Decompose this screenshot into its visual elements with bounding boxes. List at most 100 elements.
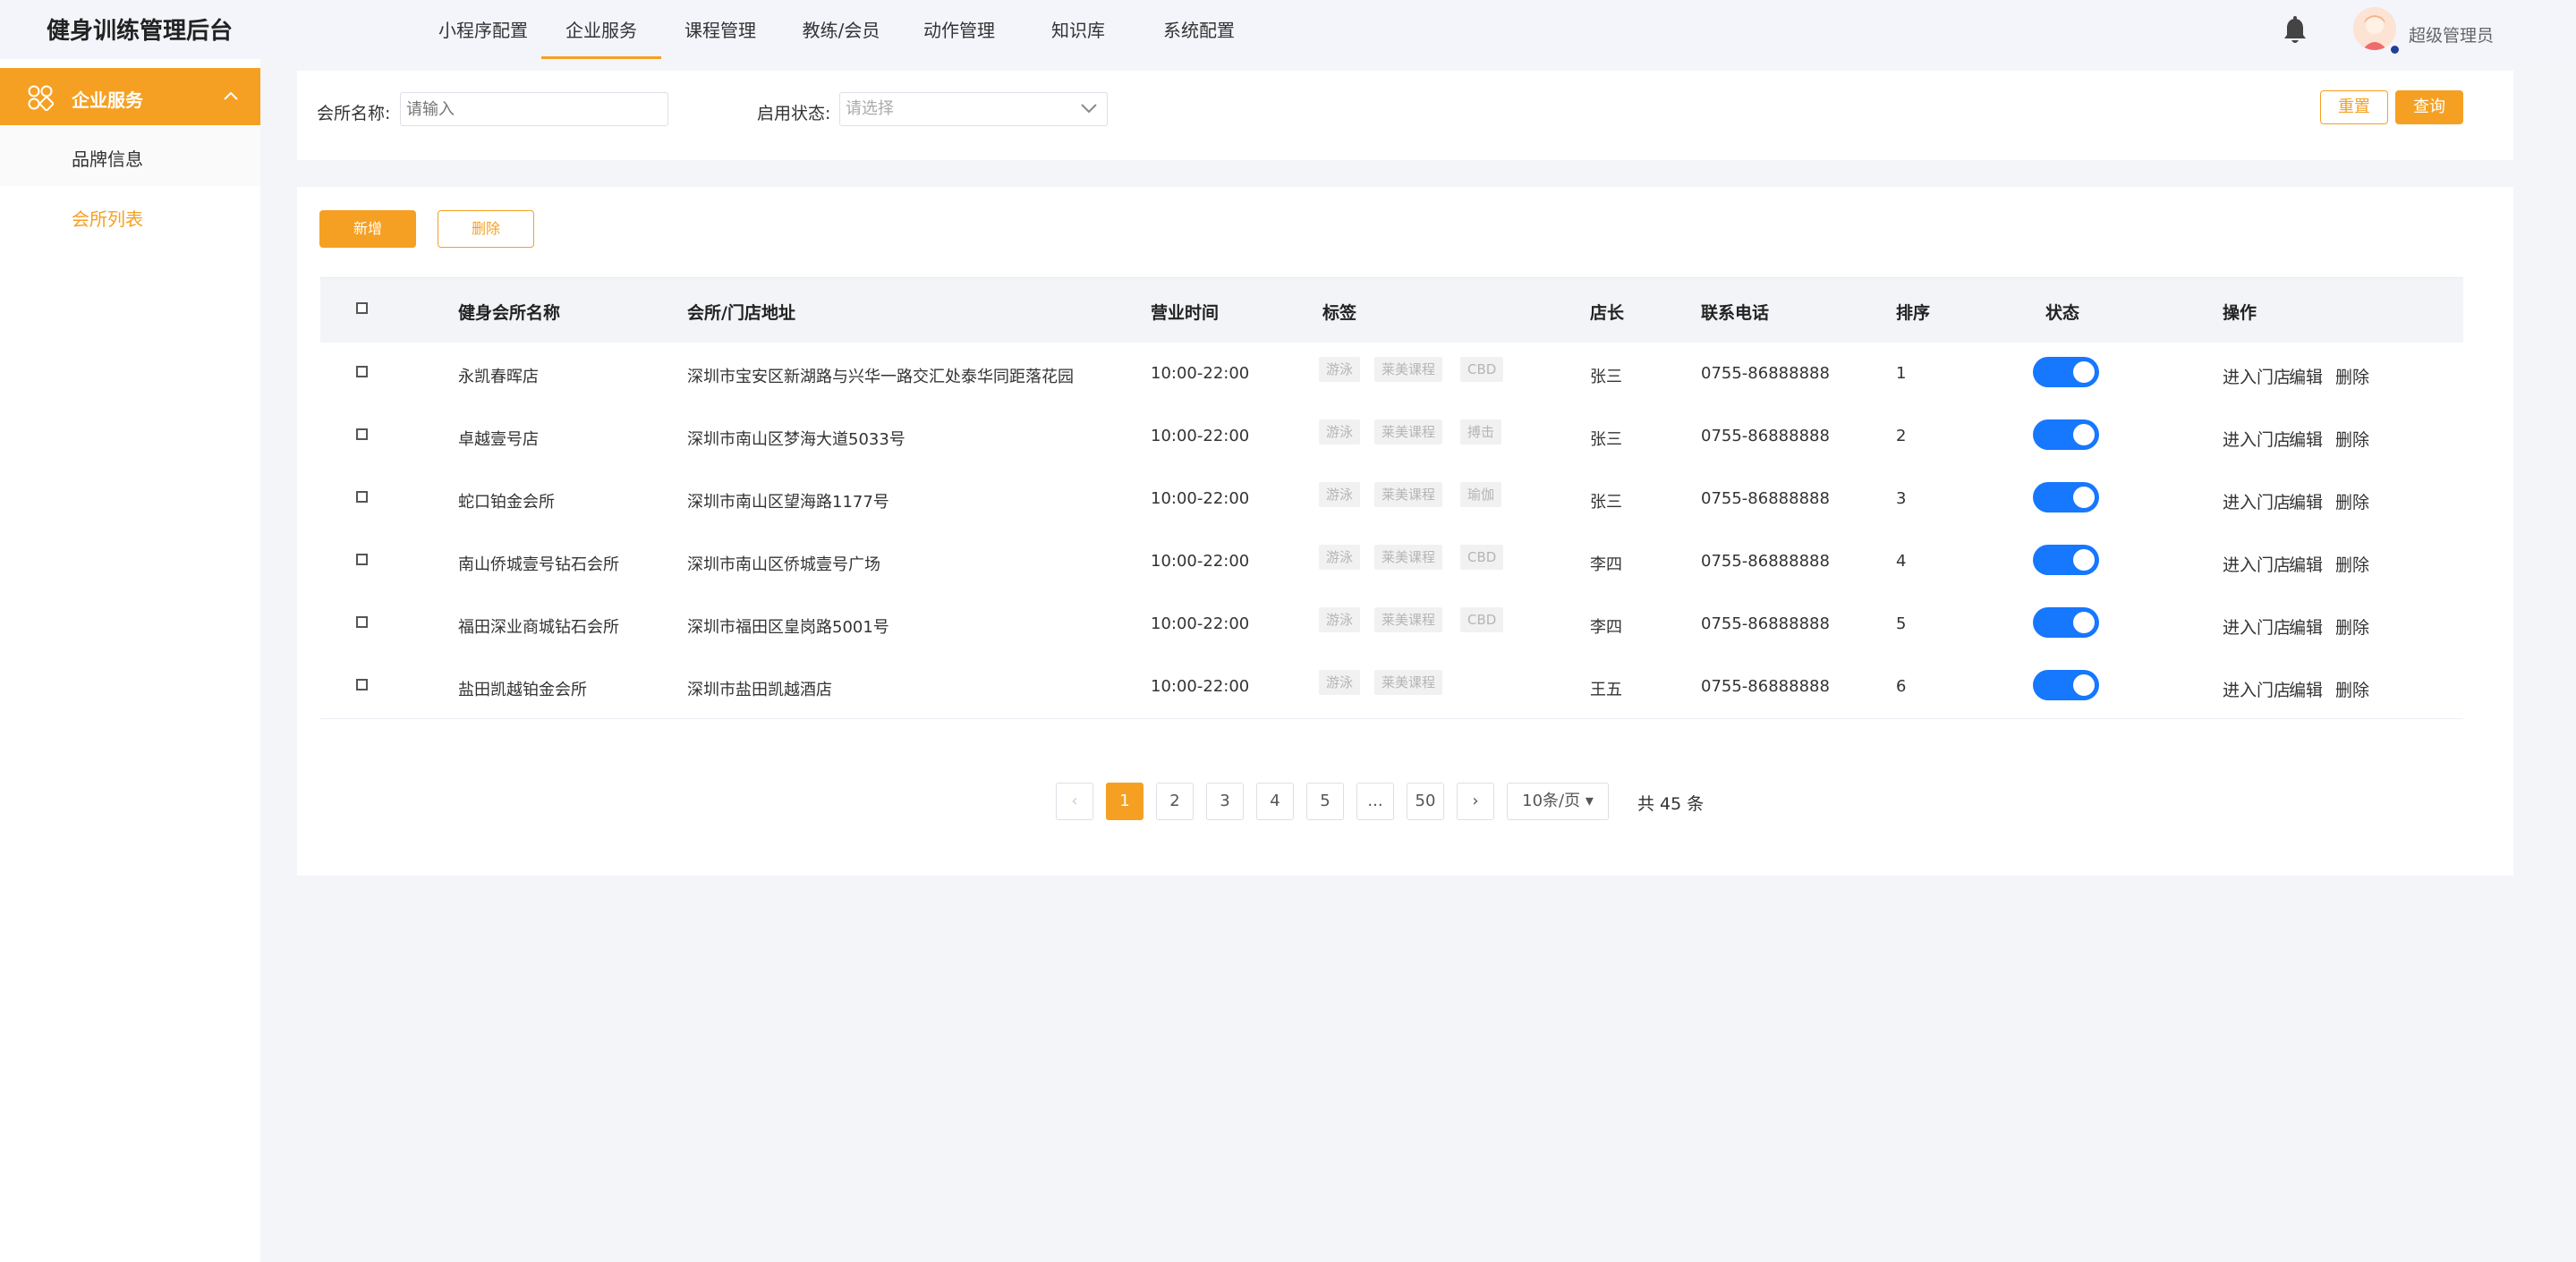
cell-club-name: 福田深业商城钻石会所 — [458, 618, 619, 637]
add-button[interactable]: 新增 — [319, 210, 416, 248]
online-status-dot — [2391, 46, 2399, 54]
row-checkbox[interactable] — [356, 491, 368, 503]
status-toggle[interactable] — [2033, 357, 2099, 387]
club-name-label: 会所名称: — [317, 104, 391, 123]
club-name-input[interactable] — [400, 92, 668, 126]
enter-store-link[interactable]: 进入门店 — [2223, 552, 2291, 576]
tag-badge: 搏击 — [1460, 419, 1502, 445]
edit-link[interactable]: 编辑 — [2289, 552, 2323, 576]
tag-badge: 莱美课程 — [1374, 357, 1443, 382]
next-page-button[interactable]: › — [1457, 783, 1494, 820]
cell-hours: 10:00-22:00 — [1151, 677, 1250, 696]
cell-hours: 10:00-22:00 — [1151, 489, 1250, 508]
batch-delete-button[interactable]: 删除 — [438, 210, 534, 248]
enter-store-link[interactable]: 进入门店 — [2223, 614, 2291, 639]
page-size-select[interactable]: 10条/页 ▾ — [1507, 783, 1609, 820]
status-toggle[interactable] — [2033, 419, 2099, 450]
chevron-down-icon — [1081, 104, 1097, 114]
toggle-knob — [2073, 612, 2095, 633]
tag-badge: 游泳 — [1319, 482, 1361, 507]
row-checkbox[interactable] — [356, 679, 368, 690]
delete-link[interactable]: 删除 — [2335, 489, 2369, 513]
edit-link[interactable]: 编辑 — [2289, 614, 2323, 639]
table-row: 永凯春晖店 深圳市宝安区新湖路与兴华一路交汇处泰华同距落花园 10:00-22:… — [320, 343, 2463, 406]
cell-order: 5 — [1896, 614, 1907, 633]
tag-badge: 游泳 — [1319, 670, 1361, 695]
cell-club-name: 卓越壹号店 — [458, 430, 539, 449]
status-toggle[interactable] — [2033, 607, 2099, 638]
cell-hours: 10:00-22:00 — [1151, 364, 1250, 383]
sidebar-group-enterprise-service[interactable]: 企业服务 — [0, 68, 260, 125]
cell-phone: 0755-86888888 — [1701, 427, 1830, 445]
topnav-item-miniprogram-config[interactable]: 小程序配置 — [438, 16, 528, 59]
topnav-item-action-management[interactable]: 动作管理 — [923, 16, 995, 59]
tag-badge: CBD — [1460, 357, 1504, 382]
tag-badge: CBD — [1460, 545, 1504, 570]
avatar[interactable] — [2353, 7, 2396, 50]
delete-link[interactable]: 删除 — [2335, 614, 2369, 639]
tag-badge: 瑜伽 — [1460, 482, 1502, 507]
tag-badge: CBD — [1460, 607, 1504, 632]
page-button-2[interactable]: 2 — [1156, 783, 1194, 820]
status-select[interactable]: 请选择 — [839, 92, 1108, 126]
cell-order: 3 — [1896, 489, 1907, 508]
edit-link[interactable]: 编辑 — [2289, 677, 2323, 701]
header-address: 会所/门店地址 — [687, 303, 795, 323]
topnav-item-knowledge-base[interactable]: 知识库 — [1051, 16, 1105, 59]
edit-link[interactable]: 编辑 — [2289, 489, 2323, 513]
delete-link[interactable]: 删除 — [2335, 552, 2369, 576]
topnav-item-system-config[interactable]: 系统配置 — [1163, 16, 1235, 59]
page-button-5[interactable]: 5 — [1306, 783, 1344, 820]
enter-store-link[interactable]: 进入门店 — [2223, 677, 2291, 701]
page-button-4[interactable]: 4 — [1256, 783, 1294, 820]
cell-phone: 0755-86888888 — [1701, 677, 1830, 696]
reset-button[interactable]: 重置 — [2320, 90, 2388, 124]
cell-club-name: 永凯春晖店 — [458, 368, 539, 386]
page-button-1[interactable]: 1 — [1106, 783, 1143, 820]
status-toggle[interactable] — [2033, 545, 2099, 575]
enter-store-link[interactable]: 进入门店 — [2223, 364, 2291, 388]
table-row: 南山侨城壹号钻石会所 深圳市南山区侨城壹号广场 10:00-22:00 游泳 莱… — [320, 530, 2463, 594]
cell-manager: 李四 — [1590, 555, 1622, 574]
page-button-3[interactable]: 3 — [1206, 783, 1244, 820]
bell-icon[interactable] — [2281, 16, 2309, 47]
tag-badge: 游泳 — [1319, 607, 1361, 632]
tag-badge: 莱美课程 — [1374, 607, 1443, 632]
row-checkbox[interactable] — [356, 428, 368, 440]
edit-link[interactable]: 编辑 — [2289, 364, 2323, 388]
select-all-checkbox[interactable] — [356, 302, 368, 314]
page-ellipsis[interactable]: ... — [1356, 783, 1394, 820]
enter-store-link[interactable]: 进入门店 — [2223, 489, 2291, 513]
sidebar-item-label: 品牌信息 — [72, 148, 143, 170]
sidebar-item-brand-info[interactable]: 品牌信息 — [0, 127, 260, 186]
sidebar-item-label: 会所列表 — [72, 208, 143, 230]
cell-manager: 张三 — [1590, 368, 1622, 386]
prev-page-button[interactable]: ‹ — [1056, 783, 1093, 820]
enter-store-link[interactable]: 进入门店 — [2223, 427, 2291, 451]
cell-manager: 李四 — [1590, 618, 1622, 637]
cell-hours: 10:00-22:00 — [1151, 614, 1250, 633]
tag-badge: 莱美课程 — [1374, 670, 1443, 695]
topnav-item-course-management[interactable]: 课程管理 — [684, 16, 756, 59]
delete-link[interactable]: 删除 — [2335, 427, 2369, 451]
status-label: 启用状态: — [757, 104, 831, 123]
row-checkbox[interactable] — [356, 616, 368, 628]
sidebar-item-club-list[interactable]: 会所列表 — [0, 187, 260, 246]
delete-link[interactable]: 删除 — [2335, 677, 2369, 701]
cell-club-name: 盐田凯越铂金会所 — [458, 681, 587, 699]
row-checkbox[interactable] — [356, 366, 368, 377]
topnav-item-enterprise-service[interactable]: 企业服务 — [541, 16, 661, 59]
user-name[interactable]: 超级管理员 — [2409, 22, 2494, 47]
status-toggle[interactable] — [2033, 670, 2099, 700]
toggle-knob — [2073, 549, 2095, 571]
row-checkbox[interactable] — [356, 554, 368, 565]
page-button-50[interactable]: 50 — [1407, 783, 1444, 820]
search-button[interactable]: 查询 — [2395, 90, 2463, 124]
topnav-item-coach-member[interactable]: 教练/会员 — [801, 16, 881, 59]
edit-link[interactable]: 编辑 — [2289, 427, 2323, 451]
status-toggle[interactable] — [2033, 482, 2099, 512]
cell-manager: 王五 — [1590, 681, 1622, 699]
header-manager: 店长 — [1590, 303, 1625, 323]
delete-link[interactable]: 删除 — [2335, 364, 2369, 388]
cell-order: 4 — [1896, 552, 1907, 571]
